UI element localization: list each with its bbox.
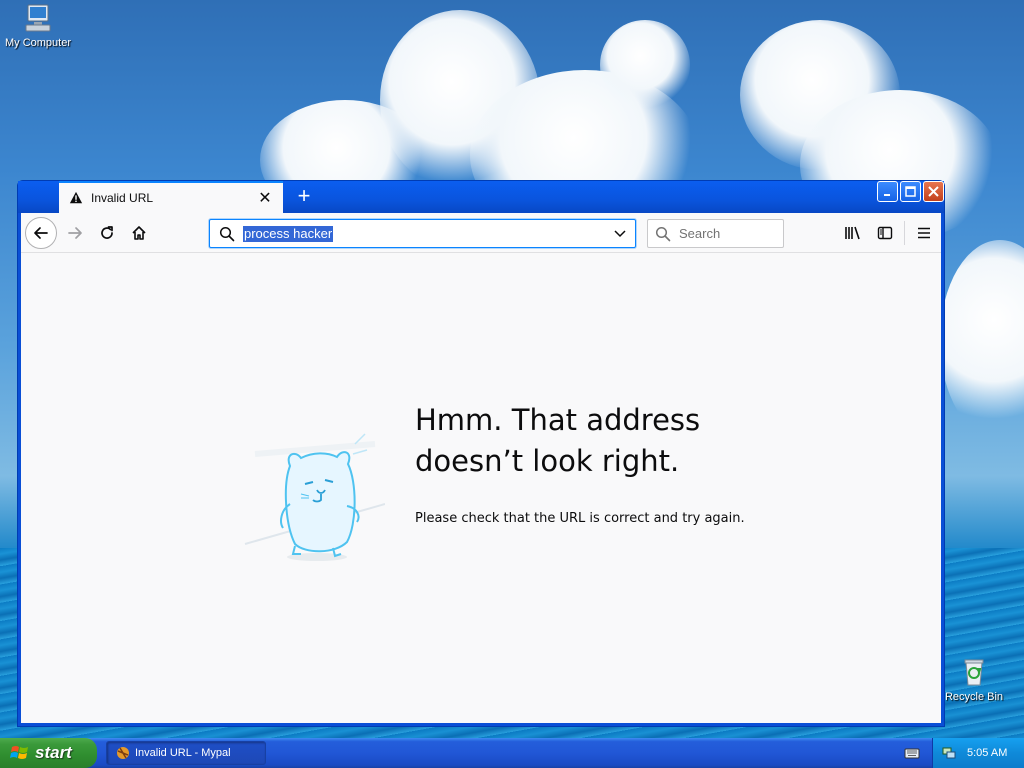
keyboard-icon[interactable] bbox=[904, 745, 920, 761]
forward-button[interactable] bbox=[61, 219, 89, 247]
system-tray: 5:05 AM bbox=[932, 738, 1024, 768]
taskbar-window-button[interactable]: Invalid URL - Mypal bbox=[106, 741, 266, 765]
home-button[interactable] bbox=[125, 219, 153, 247]
arrow-right-icon bbox=[68, 227, 82, 239]
chevron-down-icon[interactable] bbox=[613, 226, 627, 240]
home-icon bbox=[132, 226, 146, 240]
library-button[interactable] bbox=[839, 219, 867, 247]
taskbar-window-label: Invalid URL - Mypal bbox=[135, 747, 231, 759]
sidebar-icon bbox=[877, 226, 893, 240]
new-tab-button[interactable]: + bbox=[290, 183, 318, 211]
browser-window: Invalid URL ✕ + process hacker Search Hm… bbox=[17, 180, 945, 727]
search-placeholder: Search bbox=[679, 226, 721, 241]
minimize-icon bbox=[883, 193, 890, 196]
close-window-button[interactable] bbox=[923, 181, 944, 202]
desktop-icon-label: Recycle Bin bbox=[944, 691, 1004, 703]
maximize-button[interactable] bbox=[900, 181, 921, 202]
start-button[interactable]: start bbox=[0, 738, 97, 768]
search-icon bbox=[219, 226, 235, 241]
url-bar[interactable]: process hacker bbox=[209, 219, 636, 248]
navigation-toolbar: process hacker Search bbox=[21, 213, 941, 253]
toolbar-separator bbox=[904, 221, 905, 245]
error-mascot-illustration bbox=[244, 433, 385, 561]
network-icon[interactable] bbox=[941, 745, 957, 761]
desktop-icon-recycle-bin[interactable]: Recycle Bin bbox=[936, 656, 1012, 703]
error-title: Hmm. That address doesn’t look right. bbox=[415, 403, 701, 478]
library-icon bbox=[845, 226, 860, 240]
tab-strip: Invalid URL ✕ + bbox=[18, 181, 944, 213]
start-label: start bbox=[35, 743, 72, 762]
tab-invalid-url[interactable]: Invalid URL ✕ bbox=[59, 181, 283, 213]
error-description: Please check that the URL is correct and… bbox=[415, 511, 745, 526]
hamburger-menu-icon bbox=[918, 227, 930, 239]
url-input[interactable]: process hacker bbox=[243, 225, 334, 242]
desktop-icon-my-computer[interactable]: My Computer bbox=[0, 2, 76, 49]
menu-button[interactable] bbox=[910, 219, 938, 247]
desktop-icon-label: My Computer bbox=[4, 37, 72, 49]
page-content: Hmm. That address doesn’t look right. Pl… bbox=[21, 254, 941, 723]
recycle-bin-icon bbox=[958, 656, 990, 688]
search-bar[interactable]: Search bbox=[647, 219, 784, 248]
maximize-icon bbox=[905, 186, 916, 197]
sidebar-button[interactable] bbox=[871, 219, 899, 247]
arrow-left-icon bbox=[34, 227, 48, 239]
plus-icon: + bbox=[297, 183, 311, 208]
minimize-button[interactable] bbox=[877, 181, 898, 202]
window-controls bbox=[877, 181, 944, 202]
clock[interactable]: 5:05 AM bbox=[967, 747, 1007, 759]
search-icon bbox=[655, 226, 671, 241]
close-icon bbox=[928, 186, 939, 197]
back-button[interactable] bbox=[25, 217, 57, 249]
reload-button[interactable] bbox=[93, 219, 121, 247]
mypal-browser-icon bbox=[117, 747, 129, 759]
my-computer-icon bbox=[22, 2, 54, 34]
tab-title: Invalid URL bbox=[91, 191, 154, 205]
reload-icon bbox=[101, 226, 113, 239]
windows-logo-icon bbox=[10, 746, 28, 759]
taskbar: start Invalid URL - Mypal 5:05 AM bbox=[0, 738, 1024, 768]
tab-close-icon[interactable]: ✕ bbox=[257, 188, 273, 208]
warning-icon bbox=[69, 191, 83, 204]
